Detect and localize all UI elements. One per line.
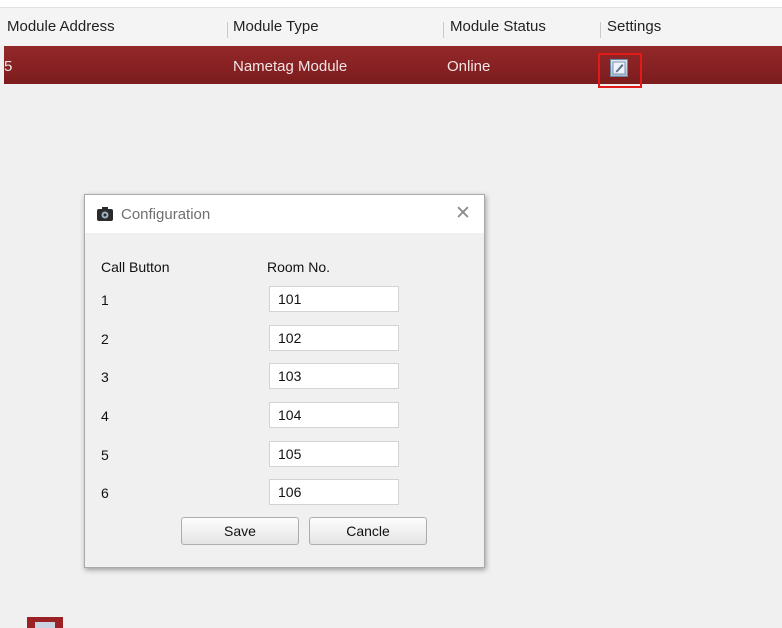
table-header: Module Address Module Type Module Status… bbox=[0, 8, 782, 46]
top-strip bbox=[0, 0, 782, 8]
header-divider[interactable] bbox=[600, 22, 601, 38]
header-module-type[interactable]: Module Type bbox=[233, 18, 319, 35]
table-row[interactable]: 5 Nametag Module Online bbox=[4, 46, 782, 84]
header-module-address[interactable]: Module Address bbox=[7, 18, 115, 35]
edit-icon[interactable] bbox=[27, 617, 63, 628]
dialog-titlebar[interactable]: Configuration ✕ bbox=[85, 195, 484, 233]
call-button-number: 6 bbox=[101, 485, 109, 501]
room-number-input[interactable] bbox=[269, 325, 399, 351]
header-module-status[interactable]: Module Status bbox=[450, 18, 546, 35]
room-number-input[interactable] bbox=[269, 479, 399, 505]
cell-module-address: 5 bbox=[4, 58, 13, 75]
header-settings[interactable]: Settings bbox=[607, 18, 661, 35]
room-number-input[interactable] bbox=[269, 286, 399, 312]
room-number-input[interactable] bbox=[269, 363, 399, 389]
column-label-call-button: Call Button bbox=[101, 259, 170, 275]
save-button[interactable]: Save bbox=[181, 517, 299, 545]
close-icon[interactable]: ✕ bbox=[455, 204, 471, 223]
edit-icon[interactable] bbox=[610, 59, 628, 77]
header-divider[interactable] bbox=[227, 22, 228, 38]
cell-module-status: Online bbox=[447, 58, 491, 75]
cancel-button[interactable]: Cancle bbox=[309, 517, 427, 545]
header-divider[interactable] bbox=[443, 22, 444, 38]
cell-module-type: Nametag Module bbox=[233, 58, 348, 75]
call-button-number: 3 bbox=[101, 369, 109, 385]
camera-icon bbox=[97, 207, 113, 221]
dialog-title: Configuration bbox=[121, 206, 211, 223]
column-label-room-no: Room No. bbox=[267, 259, 331, 275]
call-button-number: 4 bbox=[101, 408, 109, 424]
call-button-number: 1 bbox=[101, 292, 109, 308]
room-number-input[interactable] bbox=[269, 441, 399, 467]
call-button-number: 5 bbox=[101, 447, 109, 463]
room-number-input[interactable] bbox=[269, 402, 399, 428]
configuration-dialog: Configuration ✕ Call Button Room No. 1 2… bbox=[84, 194, 485, 568]
call-button-number: 2 bbox=[101, 331, 109, 347]
